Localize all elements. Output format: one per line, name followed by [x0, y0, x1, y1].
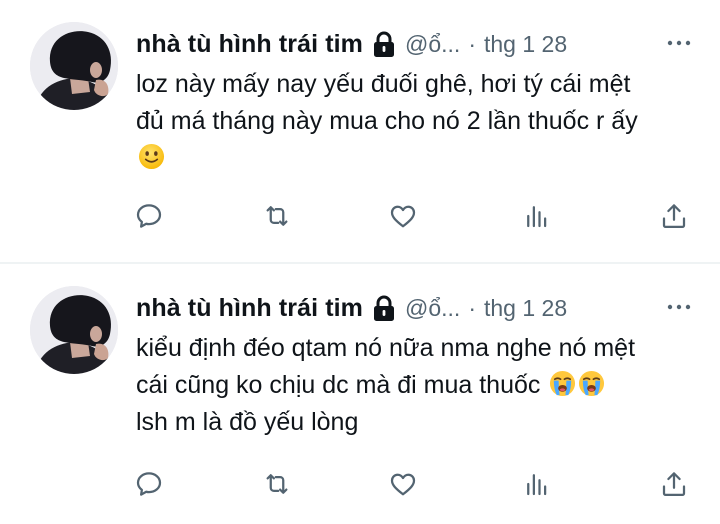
separator-dot: · — [468, 294, 476, 321]
tweet-text-line: đủ má tháng này mua cho nó 2 lần thuốc r… — [136, 107, 638, 135]
tweet-header: nhà tù hình trái tim @ổ... · thg 1 28 — [136, 291, 567, 325]
tweet-text-line: lsh m là đồ yếu lòng — [136, 408, 359, 436]
retweet-button[interactable] — [259, 466, 295, 502]
slightly-smiling-face-emoji — [138, 143, 165, 170]
more-options-icon[interactable] — [666, 38, 692, 48]
like-button[interactable] — [385, 198, 421, 234]
views-icon — [527, 474, 547, 496]
like-icon — [390, 473, 416, 496]
lock-icon — [374, 295, 394, 321]
tweet-header: nhà tù hình trái tim @ổ... · thg 1 28 — [136, 27, 567, 61]
tweet-text-line: cái cũng ko chịu dc mà đi mua thuốc — [136, 367, 706, 404]
author-handle[interactable]: @ổ... — [405, 31, 460, 58]
tweet-text: kiểu định đéo qtam nó nữa nma nghe nó mệ… — [136, 330, 706, 441]
retweet-icon — [266, 206, 288, 226]
reply-icon — [136, 472, 162, 496]
author-name[interactable]: nhà tù hình trái tim — [136, 30, 363, 59]
tweet-text-line: kiểu định đéo qtam nó nữa nma nghe nó mệ… — [136, 334, 636, 362]
avatar[interactable] — [30, 286, 118, 374]
share-icon — [662, 204, 686, 228]
lock-icon — [374, 31, 394, 57]
tweet[interactable]: nhà tù hình trái tim @ổ... · thg 1 28 ki… — [0, 264, 720, 524]
author-handle[interactable]: @ổ... — [405, 295, 460, 322]
avatar-image — [30, 22, 118, 110]
tweet-text-segment: cái cũng ko chịu dc mà đi mua thuốc — [136, 371, 548, 399]
share-button[interactable] — [656, 466, 692, 502]
retweet-button[interactable] — [259, 198, 295, 234]
tweet-actions — [0, 466, 720, 502]
retweet-icon — [266, 474, 288, 494]
tweet-actions — [0, 198, 720, 234]
tweet[interactable]: nhà tù hình trái tim @ổ... · thg 1 28 lo… — [0, 0, 720, 262]
more-options-icon[interactable] — [666, 302, 692, 312]
timestamp[interactable]: thg 1 28 — [484, 31, 567, 58]
author-name[interactable]: nhà tù hình trái tim — [136, 294, 363, 323]
share-button[interactable] — [656, 198, 692, 234]
tweet-text-line — [136, 140, 706, 177]
reply-button[interactable] — [131, 466, 167, 502]
separator-dot: · — [468, 30, 476, 57]
avatar[interactable] — [30, 22, 118, 110]
views-button[interactable] — [519, 466, 555, 502]
loudly-crying-face-emoji — [550, 370, 576, 397]
timestamp[interactable]: thg 1 28 — [484, 295, 567, 322]
share-icon — [662, 472, 686, 496]
views-button[interactable] — [519, 198, 555, 234]
avatar-image — [30, 286, 118, 374]
loudly-crying-face-emoji — [579, 370, 605, 397]
tweet-text: loz này mấy nay yếu đuối ghê, hơi tý cái… — [136, 66, 706, 177]
like-icon — [390, 205, 416, 228]
reply-button[interactable] — [131, 198, 167, 234]
like-button[interactable] — [385, 466, 421, 502]
views-icon — [527, 206, 547, 228]
reply-icon — [136, 204, 162, 228]
tweet-text-line: loz này mấy nay yếu đuối ghê, hơi tý cái… — [136, 70, 631, 98]
